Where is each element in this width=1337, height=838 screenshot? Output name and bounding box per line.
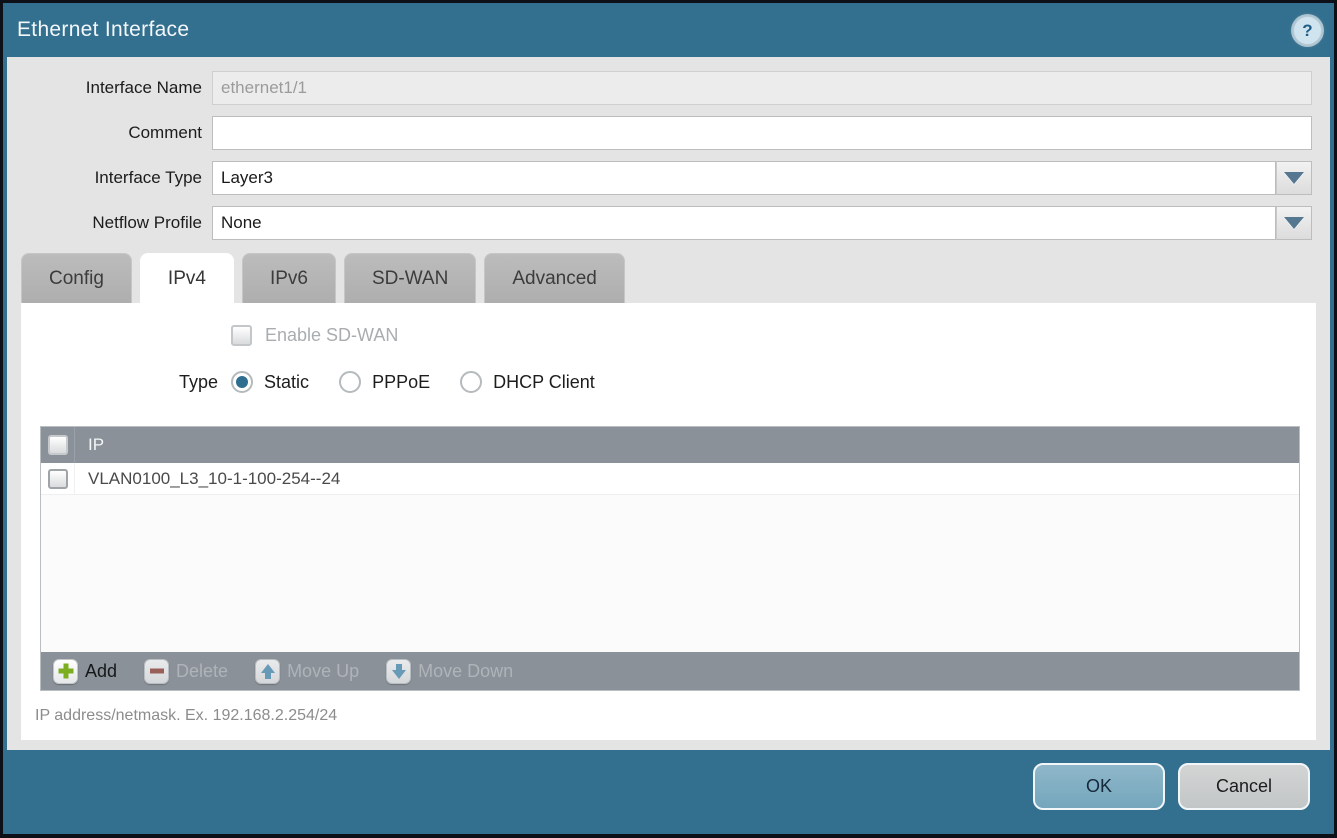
netflow-profile-value[interactable]	[212, 206, 1276, 240]
radio-option-dhcp-client[interactable]: DHCP Client	[460, 371, 595, 393]
ipv4-tab-panel: Enable SD-WAN Type Static PPPoE DHCP Cli…	[21, 303, 1316, 740]
enable-sdwan-row: Enable SD-WAN	[21, 303, 1316, 346]
interface-type-dropdown[interactable]	[212, 161, 1312, 195]
chevron-down-icon	[1284, 217, 1304, 229]
type-label: Type	[179, 372, 218, 393]
ip-cell-value: VLAN0100_L3_10-1-100-254--24	[75, 469, 340, 489]
row-checkbox-cell	[41, 463, 75, 494]
delete-button[interactable]: Delete	[144, 659, 228, 684]
radio-pppoe[interactable]	[339, 371, 361, 393]
radio-dhcp-client[interactable]	[460, 371, 482, 393]
interface-name-label: Interface Name	[7, 71, 212, 105]
ip-format-hint: IP address/netmask. Ex. 192.168.2.254/24	[35, 707, 1316, 725]
ok-button[interactable]: OK	[1033, 763, 1165, 810]
dialog-title-bar: Ethernet Interface ?	[3, 3, 1334, 57]
comment-row: Comment	[7, 116, 1330, 150]
interface-name-field	[212, 71, 1312, 105]
dialog-footer: OK Cancel	[3, 750, 1334, 834]
dialog-body: Interface Name Comment Interface Type	[7, 57, 1330, 750]
table-row[interactable]: VLAN0100_L3_10-1-100-254--24	[41, 463, 1299, 495]
dialog-frame: Ethernet Interface ? Interface Name Comm…	[3, 3, 1334, 834]
delete-minus-icon	[144, 659, 169, 684]
tab-ipv6[interactable]: IPv6	[242, 253, 336, 303]
form-area: Interface Name Comment Interface Type	[7, 57, 1330, 240]
interface-type-label: Interface Type	[7, 161, 212, 195]
chevron-down-icon	[1284, 172, 1304, 184]
cancel-button[interactable]: Cancel	[1178, 763, 1310, 810]
netflow-profile-dropdown-button[interactable]	[1276, 206, 1312, 240]
table-toolbar: Add Delete Move Up Move Down	[41, 652, 1299, 690]
netflow-profile-label: Netflow Profile	[7, 206, 212, 240]
interface-type-row: Interface Type	[7, 161, 1330, 195]
add-plus-icon	[53, 659, 78, 684]
comment-field[interactable]	[212, 116, 1312, 150]
move-up-arrow-icon	[255, 659, 280, 684]
move-down-button[interactable]: Move Down	[386, 659, 513, 684]
interface-name-row: Interface Name	[7, 71, 1330, 105]
type-radio-group: Type Static PPPoE DHCP Client	[21, 371, 1316, 393]
select-all-checkbox[interactable]	[48, 435, 68, 455]
comment-label: Comment	[7, 116, 212, 150]
tab-config[interactable]: Config	[21, 253, 132, 303]
enable-sdwan-label: Enable SD-WAN	[265, 325, 398, 346]
radio-option-static[interactable]: Static	[231, 371, 309, 393]
radio-option-pppoe[interactable]: PPPoE	[339, 371, 430, 393]
move-up-button[interactable]: Move Up	[255, 659, 359, 684]
enable-sdwan-checkbox[interactable]	[231, 325, 252, 346]
netflow-profile-dropdown[interactable]	[212, 206, 1312, 240]
ethernet-interface-dialog: Ethernet Interface ? Interface Name Comm…	[0, 0, 1337, 838]
row-checkbox[interactable]	[48, 469, 68, 489]
radio-static[interactable]	[231, 371, 253, 393]
select-all-cell	[41, 427, 75, 463]
table-body: VLAN0100_L3_10-1-100-254--24	[41, 463, 1299, 652]
netflow-profile-row: Netflow Profile	[7, 206, 1330, 240]
tab-ipv4[interactable]: IPv4	[140, 253, 234, 303]
tab-advanced[interactable]: Advanced	[484, 253, 625, 303]
dialog-title: Ethernet Interface	[17, 18, 189, 42]
ip-column-header: IP	[75, 435, 104, 455]
add-button[interactable]: Add	[53, 659, 117, 684]
tab-bar: Config IPv4 IPv6 SD-WAN Advanced	[7, 253, 1330, 303]
interface-type-value[interactable]	[212, 161, 1276, 195]
tab-sdwan[interactable]: SD-WAN	[344, 253, 476, 303]
table-header: IP	[41, 427, 1299, 463]
ip-address-table: IP VLAN0100_L3_10-1-100-254--24	[40, 426, 1300, 691]
interface-type-dropdown-button[interactable]	[1276, 161, 1312, 195]
move-down-arrow-icon	[386, 659, 411, 684]
help-icon[interactable]: ?	[1294, 17, 1321, 44]
